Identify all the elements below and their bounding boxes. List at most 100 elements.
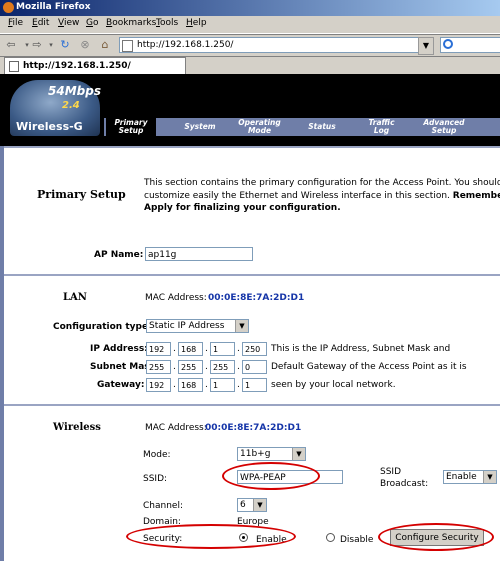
tab-system[interactable]: System xyxy=(170,118,230,136)
menu-file[interactable]: File xyxy=(8,18,23,28)
config-type-select[interactable]: Static IP Address ▼ xyxy=(146,319,249,333)
security-highlight-oval xyxy=(126,524,296,549)
tab-primary-setup-l2: Setup xyxy=(118,126,144,135)
menu-view-label: iew xyxy=(63,18,80,28)
ssid-label: SSID: xyxy=(143,474,168,484)
menu-edit[interactable]: Edit xyxy=(32,18,49,28)
tab-status[interactable]: Status xyxy=(296,118,348,136)
dot: . xyxy=(237,380,240,390)
dot: . xyxy=(173,344,176,354)
tab-primary-setup[interactable]: Primary Setup xyxy=(106,118,156,136)
ip-octet-1[interactable]: 192 xyxy=(146,342,171,356)
ip-note: This is the IP Address, Subnet Mask and xyxy=(271,344,451,354)
menu-view[interactable]: View xyxy=(58,18,79,28)
gateway-note: seen by your local network. xyxy=(271,380,396,390)
mask-note: Default Gateway of the Access Point as i… xyxy=(271,362,467,372)
gw-octet-3[interactable]: 1 xyxy=(210,378,235,392)
menu-bookmarks-label: ookmarks xyxy=(112,18,157,28)
configure-highlight-oval xyxy=(378,523,494,551)
menu-help-key: H xyxy=(186,18,193,28)
gw-octet-1[interactable]: 192 xyxy=(146,378,171,392)
tab-operating-mode-l2: Mode xyxy=(247,126,272,135)
chevron-down-icon: ▼ xyxy=(483,471,496,483)
ip-octet-2[interactable]: 168 xyxy=(178,342,203,356)
dot: . xyxy=(237,362,240,372)
home-icon[interactable]: ⌂ xyxy=(98,38,112,52)
menu-tools[interactable]: Tools xyxy=(156,18,178,28)
lan-mac-label: MAC Address: xyxy=(145,293,207,303)
tab-advanced-setup[interactable]: Advanced Setup xyxy=(414,118,474,136)
menu-bookmarks[interactable]: Bookmarks xyxy=(106,18,156,28)
tab-traffic-log[interactable]: Traffic Log xyxy=(354,118,409,136)
google-icon xyxy=(443,39,453,49)
stop-icon[interactable]: ⊗ xyxy=(78,38,92,52)
ip-octet-3[interactable]: 1 xyxy=(210,342,235,356)
dot: . xyxy=(237,344,240,354)
gw-octet-2[interactable]: 168 xyxy=(178,378,203,392)
primary-desc-2a: customize easily the Ethernet and Wirele… xyxy=(144,191,450,201)
ap-name-label: AP Name: xyxy=(94,250,144,260)
dot: . xyxy=(205,362,208,372)
primary-desc-2: customize easily the Ethernet and Wirele… xyxy=(144,191,500,201)
channel-select[interactable]: 6 ▼ xyxy=(237,498,267,512)
ssid-broadcast-select[interactable]: Enable ▼ xyxy=(443,470,497,484)
channel-value: 6 xyxy=(240,500,246,510)
ip-octet-4[interactable]: 250 xyxy=(242,342,267,356)
logo-speed: 54Mbps xyxy=(48,84,101,98)
gateway-label: Gateway: xyxy=(97,380,145,390)
dot: . xyxy=(173,362,176,372)
address-bar[interactable]: http://192.168.1.250/ xyxy=(119,37,433,53)
ap-name-input[interactable]: ap11g xyxy=(145,247,253,261)
mask-octet-4[interactable]: 0 xyxy=(242,360,267,374)
tab-operating-mode[interactable]: Operating Mode xyxy=(232,118,287,136)
ssid-broadcast-label-1: SSID xyxy=(380,467,402,477)
ssid-broadcast-label-2: Broadcast: xyxy=(380,479,429,489)
wireless-mac-value: 00:0E:8E:7A:2D:D1 xyxy=(205,423,302,433)
forward-dropdown-icon[interactable]: ▾ xyxy=(44,38,58,52)
config-type-label: Configuration type: xyxy=(53,322,152,332)
mode-select[interactable]: 11b+g ▼ xyxy=(237,447,306,461)
forward-icon[interactable]: ⇨ xyxy=(30,38,44,52)
mode-label: Mode: xyxy=(143,450,171,460)
menu-file-label: ile xyxy=(12,18,24,28)
menu-help-label: elp xyxy=(192,18,207,28)
window-title: Mozilla Firefox xyxy=(16,2,91,12)
wireless-mac-label: MAC Address: xyxy=(145,423,207,433)
tab-status-label: Status xyxy=(308,122,336,131)
ip-address-label: IP Address: xyxy=(90,344,148,354)
primary-desc-1: This section contains the primary config… xyxy=(144,178,500,188)
page-icon xyxy=(122,40,133,52)
tab-advanced-setup-l2: Setup xyxy=(431,126,457,135)
security-disable-label: Disable xyxy=(340,535,374,545)
mask-octet-3[interactable]: 255 xyxy=(210,360,235,374)
separator xyxy=(4,274,500,276)
nav-underline xyxy=(104,136,500,139)
lan-mac-value: 00:0E:8E:7A:2D:D1 xyxy=(208,293,305,303)
address-text: http://192.168.1.250/ xyxy=(137,40,234,50)
tab-title: http://192.168.1.250/ xyxy=(23,61,131,71)
left-edge-bar xyxy=(0,146,4,561)
window-title-bar: Mozilla Firefox xyxy=(0,0,500,16)
browser-tab[interactable]: http://192.168.1.250/ xyxy=(4,57,186,74)
menu-tools-label: ools xyxy=(159,18,179,28)
security-disable-radio[interactable] xyxy=(326,533,335,542)
tab-page-icon xyxy=(9,61,19,72)
section-title-primary: Primary Setup xyxy=(37,188,126,201)
chevron-down-icon: ▼ xyxy=(235,320,248,332)
menu-help[interactable]: Help xyxy=(186,18,207,28)
menu-go[interactable]: Go xyxy=(86,18,99,28)
reload-icon[interactable]: ↻ xyxy=(58,38,72,52)
mask-octet-2[interactable]: 255 xyxy=(178,360,203,374)
firefox-icon xyxy=(3,2,14,13)
mode-value: 11b+g xyxy=(240,449,271,459)
dot: . xyxy=(173,380,176,390)
gw-octet-4[interactable]: 1 xyxy=(242,378,267,392)
tab-traffic-log-l2: Log xyxy=(373,126,390,135)
mask-octet-1[interactable]: 255 xyxy=(146,360,171,374)
search-box[interactable] xyxy=(440,37,500,53)
back-icon[interactable]: ⇦ xyxy=(4,38,18,52)
menu-go-key: G xyxy=(86,18,93,28)
menu-go-label: o xyxy=(92,18,99,28)
menu-edit-label: dit xyxy=(37,18,50,28)
address-dropdown-icon[interactable]: ▼ xyxy=(418,37,434,55)
